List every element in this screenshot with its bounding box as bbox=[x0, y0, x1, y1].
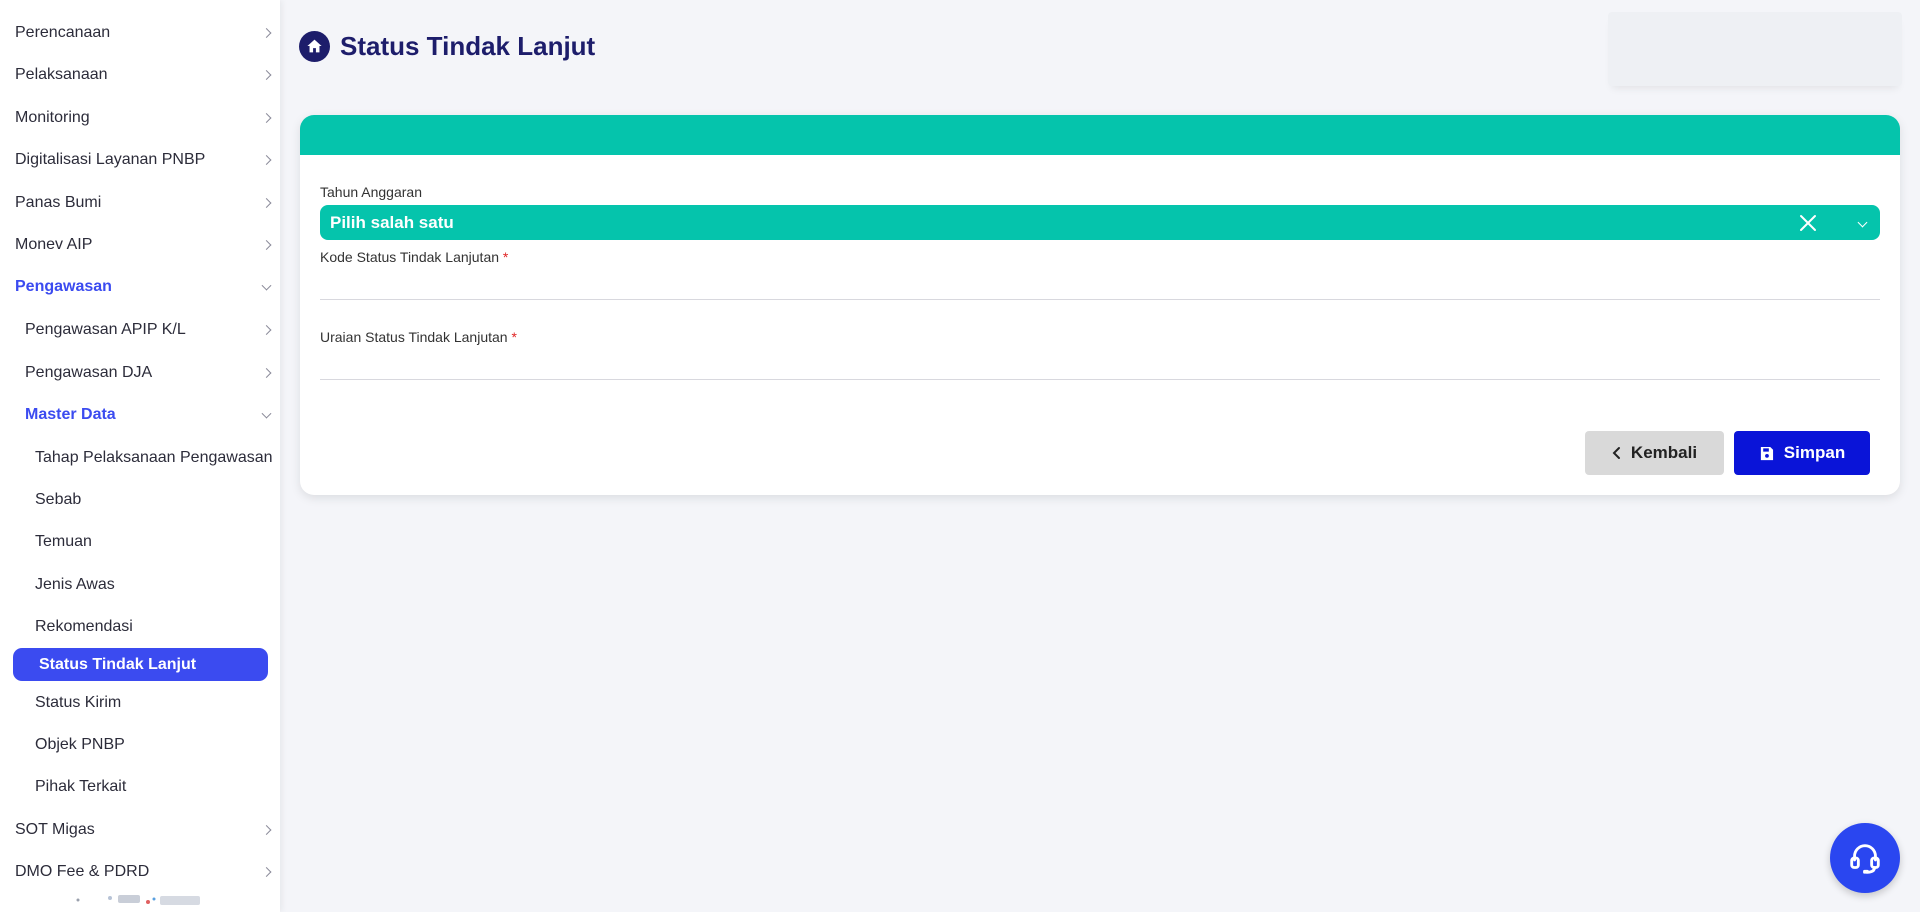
chevron-right-icon bbox=[261, 113, 272, 123]
sidebar-item-label: SOT Migas bbox=[15, 821, 95, 838]
sidebar-item-label: Monev AIP bbox=[15, 236, 93, 253]
sidebar-item-label: Pengawasan APIP K/L bbox=[25, 321, 186, 338]
sidebar-item-label: Status Kirim bbox=[35, 694, 122, 711]
chevron-right-icon bbox=[261, 155, 272, 165]
form-card: Tahun Anggaran Pilih salah satu Kode Sta… bbox=[300, 115, 1900, 495]
sidebar-item-label: Temuan bbox=[35, 533, 92, 550]
sidebar-item-status-tindak-lanjut[interactable]: Status Tindak Lanjut bbox=[13, 648, 268, 681]
sidebar-item-label: Pengawasan bbox=[15, 278, 112, 295]
sidebar-item-digitalisasi-layanan-pnbp[interactable]: Digitalisasi Layanan PNBP bbox=[0, 142, 280, 178]
tahun-anggaran-value: Pilih salah satu bbox=[330, 212, 454, 232]
sidebar-item-tahap-pelaksanaan-pengawasan[interactable]: Tahap Pelaksanaan Pengawasan bbox=[0, 440, 280, 476]
sidebar-item-label: Jenis Awas bbox=[35, 576, 115, 593]
chevron-right-icon bbox=[261, 198, 272, 208]
sidebar-item-monitoring[interactable]: Monitoring bbox=[0, 100, 280, 136]
sidebar-item-rekomendasi[interactable]: Rekomendasi bbox=[0, 609, 280, 645]
save-button-label: Simpan bbox=[1783, 443, 1846, 462]
sidebar-item-pengawasan[interactable]: Pengawasan bbox=[0, 269, 280, 305]
kode-status-label-text: Kode Status Tindak Lanjutan bbox=[320, 249, 500, 265]
chevron-down-icon[interactable] bbox=[1857, 217, 1868, 228]
kode-status-input[interactable] bbox=[320, 270, 1880, 300]
uraian-status-input[interactable] bbox=[320, 350, 1880, 380]
sidebar-item-label: Monitoring bbox=[15, 109, 90, 126]
sidebar-item-label: DMO Fee & PDRD bbox=[15, 863, 150, 880]
back-button[interactable]: Kembali bbox=[1585, 431, 1724, 475]
close-icon[interactable] bbox=[1798, 213, 1818, 233]
chevron-left-icon bbox=[1612, 446, 1621, 460]
sidebar-item-label: Status Tindak Lanjut bbox=[39, 655, 197, 673]
sidebar-item-pelaksanaan[interactable]: Pelaksanaan bbox=[0, 57, 280, 93]
sidebar-item-label: Sebab bbox=[35, 491, 82, 508]
card-header-bar bbox=[300, 115, 1900, 155]
sidebar-item-temuan[interactable]: Temuan bbox=[0, 524, 280, 560]
chevron-right-icon bbox=[261, 240, 272, 250]
tahun-anggaran-select[interactable]: Pilih salah satu bbox=[320, 205, 1880, 240]
sidebar-item-monev-aip[interactable]: Monev AIP bbox=[0, 227, 280, 263]
save-icon bbox=[1759, 446, 1774, 461]
back-button-label: Kembali bbox=[1630, 443, 1698, 462]
sidebar-item-pengawasan-apip-kl[interactable]: Pengawasan APIP K/L bbox=[0, 312, 280, 348]
sidebar-item-status-kirim[interactable]: Status Kirim bbox=[0, 685, 280, 721]
tahun-anggaran-label: Tahun Anggaran bbox=[320, 184, 422, 200]
required-mark: * bbox=[502, 249, 509, 265]
sidebar-item-sot-migas[interactable]: SOT Migas bbox=[0, 812, 280, 848]
sidebar-item-label: Panas Bumi bbox=[15, 194, 102, 211]
chevron-right-icon bbox=[261, 28, 272, 38]
sidebar-item-jenis-awas[interactable]: Jenis Awas bbox=[0, 567, 280, 603]
sidebar-item-label: Master Data bbox=[25, 406, 116, 423]
sidebar-item-pihak-terkait[interactable]: Pihak Terkait bbox=[0, 769, 280, 805]
chevron-right-icon bbox=[261, 325, 272, 335]
chevron-right-icon bbox=[261, 70, 272, 80]
headset-icon bbox=[1850, 844, 1880, 874]
sidebar-item-label: Digitalisasi Layanan PNBP bbox=[15, 151, 206, 168]
sidebar-item-label: Pelaksanaan bbox=[15, 66, 108, 83]
header-user-panel bbox=[1608, 12, 1902, 86]
home-icon[interactable] bbox=[299, 30, 330, 62]
sidebar-item-pengawasan-dja[interactable]: Pengawasan DJA bbox=[0, 355, 280, 391]
chevron-down-icon bbox=[261, 280, 272, 291]
footer-logo-icon bbox=[76, 895, 200, 905]
sidebar-item-master-data[interactable]: Master Data bbox=[0, 397, 280, 433]
kode-status-label: Kode Status Tindak Lanjutan * bbox=[320, 249, 508, 265]
save-button[interactable]: Simpan bbox=[1734, 431, 1870, 475]
sidebar-item-label: Pengawasan DJA bbox=[25, 364, 153, 381]
sidebar-item-label: Rekomendasi bbox=[35, 618, 133, 635]
chevron-right-icon bbox=[261, 825, 272, 835]
chevron-right-icon bbox=[261, 368, 272, 378]
uraian-status-label: Uraian Status Tindak Lanjutan * bbox=[320, 329, 517, 345]
support-button[interactable] bbox=[1830, 823, 1900, 893]
page-title: Status Tindak Lanjut bbox=[340, 30, 596, 61]
chevron-down-icon bbox=[261, 408, 272, 419]
sidebar-item-panas-bumi[interactable]: Panas Bumi bbox=[0, 185, 280, 221]
tahun-anggaran-label-text: Tahun Anggaran bbox=[320, 184, 422, 200]
sidebar-item-label: Objek PNBP bbox=[35, 736, 125, 753]
sidebar-item-perencanaan[interactable]: Perencanaan bbox=[0, 15, 280, 51]
sidebar-item-label: Perencanaan bbox=[15, 24, 111, 41]
sidebar-item-label: Pihak Terkait bbox=[35, 778, 127, 795]
sidebar-item-objek-pnbp[interactable]: Objek PNBP bbox=[0, 727, 280, 763]
sidebar-item-sebab[interactable]: Sebab bbox=[0, 482, 280, 518]
chevron-right-icon bbox=[261, 867, 272, 877]
sidebar-item-dmo-fee-pdrd[interactable]: DMO Fee & PDRD bbox=[0, 854, 280, 890]
sidebar-item-label: Tahap Pelaksanaan Pengawasan bbox=[35, 449, 273, 466]
uraian-status-label-text: Uraian Status Tindak Lanjutan bbox=[320, 329, 508, 345]
required-mark: * bbox=[511, 329, 517, 345]
page-header: Status Tindak Lanjut bbox=[299, 28, 595, 64]
sidebar: Perencanaan Pelaksanaan Monitoring Digit… bbox=[0, 0, 280, 912]
